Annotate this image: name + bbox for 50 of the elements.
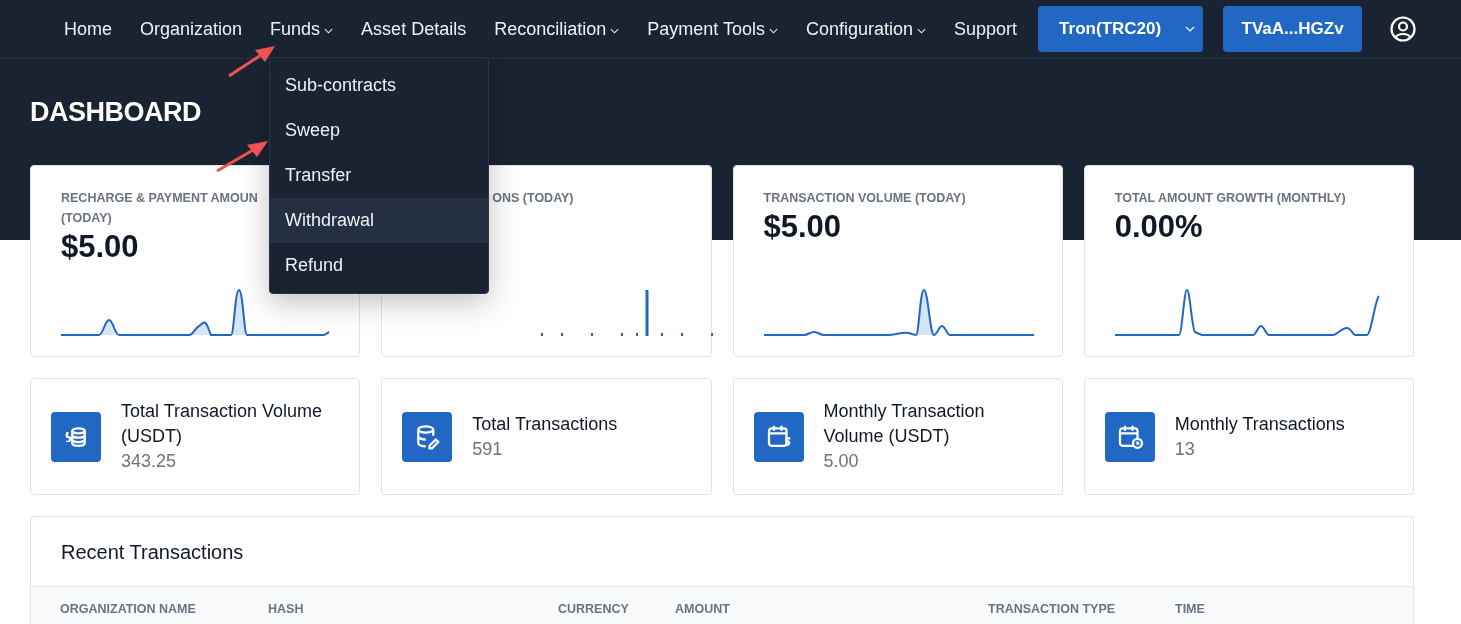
summary-value: 13 <box>1174 437 1196 461</box>
wallet-address-button[interactable]: TVaA...HGZv <box>1223 6 1363 52</box>
summary-label: Total Transaction Volume (USDT) <box>121 400 324 448</box>
nav-link[interactable]: Home <box>50 15 126 43</box>
dropdown-item[interactable]: Transfer <box>270 153 488 198</box>
summary-label: Monthly Transaction Volume (USDT) <box>823 400 986 448</box>
nav-link[interactable]: Support <box>940 15 1032 43</box>
nav-link[interactable]: Asset Details <box>347 15 481 43</box>
column-header: ORGANIZATION NAME <box>60 600 197 618</box>
chevron-down-icon <box>1185 26 1196 32</box>
chevron-down-icon <box>610 27 620 34</box>
network-select-button[interactable]: Tron(TRC20) <box>1038 6 1204 52</box>
dropdown-item[interactable]: Refund <box>270 243 488 288</box>
stat-value: $5.00 <box>763 208 843 246</box>
column-header: TRANSACTION TYPE <box>988 600 1117 618</box>
nav-link[interactable]: Organization <box>126 15 257 43</box>
stat-title: TOTAL AMOUNT GROWTH (MONTHLY) <box>1114 190 1346 207</box>
stat-title: ONS (TODAY) <box>492 190 574 207</box>
nav-link[interactable]: Payment Tools <box>633 15 792 43</box>
stat-icon <box>402 411 453 462</box>
dropdown-item[interactable]: Sub-contracts <box>270 63 488 108</box>
dropdown-item[interactable]: Sweep <box>270 108 488 153</box>
stat-icon <box>1104 411 1155 462</box>
stat-title: (TODAY) <box>61 210 112 227</box>
column-header: TIME <box>1175 600 1206 618</box>
nav-link[interactable]: Reconciliation <box>480 15 634 43</box>
dropdown-item[interactable]: Withdrawal <box>270 198 488 243</box>
pointer-arrow <box>227 44 277 78</box>
chevron-down-icon <box>324 27 334 34</box>
summary-label: Total Transactions <box>472 412 619 436</box>
stat-title: TRANSACTION VOLUME (TODAY) <box>763 190 966 207</box>
summary-value: 5.00 <box>823 450 860 473</box>
column-header: AMOUNT <box>675 600 731 618</box>
chevron-down-icon <box>917 27 927 34</box>
nav-link[interactable]: Funds <box>256 15 348 43</box>
user-account-icon[interactable] <box>1390 16 1417 42</box>
stat-value: 0.00% <box>1114 208 1204 246</box>
column-header: HASH <box>268 600 305 618</box>
stat-title: RECHARGE & PAYMENT AMOUN <box>61 190 258 207</box>
pointer-arrow <box>215 139 270 173</box>
stat-icon <box>753 411 804 462</box>
summary-label: Monthly Transactions <box>1174 412 1346 436</box>
panel-title: Recent Transactions <box>61 539 244 565</box>
nav-link[interactable]: Configuration <box>791 15 941 43</box>
chevron-down-icon <box>768 27 778 34</box>
column-header: CURRENCY <box>558 600 630 618</box>
summary-value: 343.25 <box>121 450 178 473</box>
stat-icon <box>51 411 101 462</box>
summary-value: 591 <box>472 437 504 461</box>
page-title: DASHBOARD <box>30 96 202 128</box>
